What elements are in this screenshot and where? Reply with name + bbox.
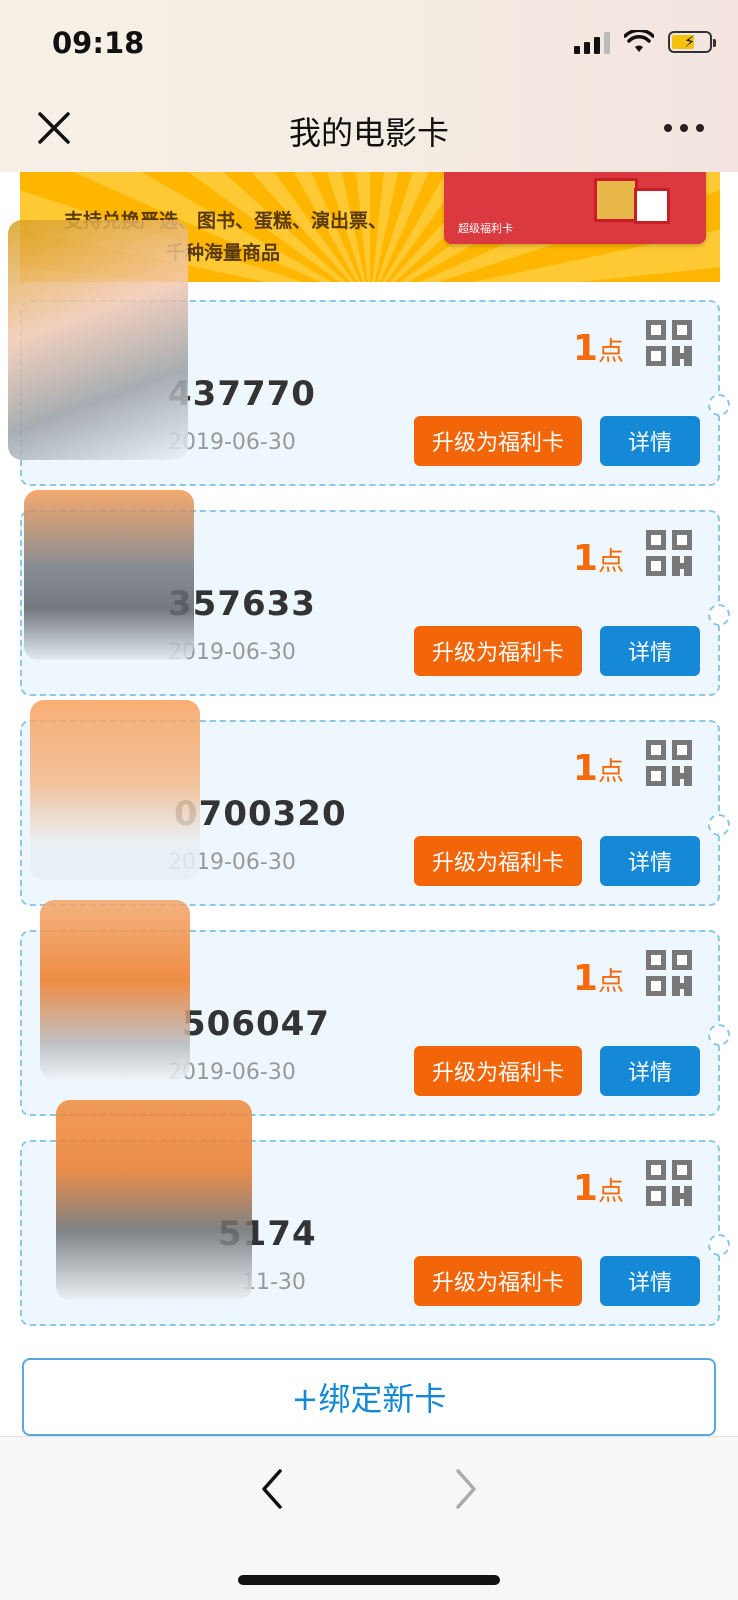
- gift-icon: [594, 178, 638, 222]
- privacy-mask: [40, 900, 190, 1080]
- card-points: 1点: [573, 748, 624, 789]
- points-unit: 点: [597, 967, 624, 997]
- more-icon[interactable]: [664, 124, 704, 132]
- points-value: 1: [572, 748, 598, 789]
- detail-button[interactable]: 详情: [600, 836, 700, 886]
- card-notch: [708, 1234, 730, 1256]
- upgrade-button[interactable]: 升级为福利卡: [414, 626, 582, 676]
- detail-button[interactable]: 详情: [600, 416, 700, 466]
- bind-new-card-button[interactable]: +绑定新卡: [22, 1358, 716, 1436]
- upgrade-button[interactable]: 升级为福利卡: [414, 836, 582, 886]
- points-unit: 点: [597, 547, 624, 577]
- detail-button[interactable]: 详情: [600, 626, 700, 676]
- points-value: 1: [572, 328, 598, 369]
- wifi-icon: [624, 30, 654, 52]
- card-number: 437770: [168, 374, 316, 414]
- points-value: 1: [572, 1168, 598, 1209]
- upgrade-button[interactable]: 升级为福利卡: [414, 1046, 582, 1096]
- card-notch: [708, 814, 730, 836]
- detail-button[interactable]: 详情: [600, 1256, 700, 1306]
- card-points: 1点: [573, 1168, 624, 1209]
- signal-icon: [574, 30, 610, 54]
- bottom-toolbar: [0, 1436, 738, 1600]
- privacy-mask: [30, 700, 200, 880]
- privacy-mask: [24, 490, 194, 660]
- page-title: 我的电影卡: [288, 114, 449, 152]
- privacy-mask: [8, 220, 188, 460]
- points-value: 1: [572, 538, 598, 579]
- detail-button[interactable]: 详情: [600, 1046, 700, 1096]
- points-unit: 点: [597, 337, 624, 367]
- upgrade-button[interactable]: 升级为福利卡: [414, 1256, 582, 1306]
- card-points: 1点: [573, 538, 624, 579]
- qr-code-icon[interactable]: [646, 950, 692, 996]
- points-value: 1: [572, 958, 598, 999]
- app-root: 09:18 ⚡ 我的电影卡 支持兑换严选、图书、蛋糕、演出票、 千种海量商品 超…: [0, 0, 738, 1600]
- card-points: 1点: [573, 958, 624, 999]
- gift-icon: [634, 188, 670, 224]
- status-icons: ⚡: [574, 30, 716, 54]
- qr-code-icon[interactable]: [646, 320, 692, 366]
- points-unit: 点: [597, 1177, 624, 1207]
- qr-code-icon[interactable]: [646, 740, 692, 786]
- points-unit: 点: [597, 757, 624, 787]
- privacy-mask: [56, 1100, 252, 1300]
- status-time: 09:18: [52, 26, 145, 60]
- card-notch: [708, 394, 730, 416]
- battery-icon: ⚡: [668, 31, 716, 53]
- card-points: 1点: [573, 328, 624, 369]
- chevron-right-icon[interactable]: [448, 1467, 484, 1511]
- qr-code-icon[interactable]: [646, 1160, 692, 1206]
- card-notch: [708, 1024, 730, 1046]
- upgrade-button[interactable]: 升级为福利卡: [414, 416, 582, 466]
- banner-card-image: 超级福利卡: [444, 172, 706, 244]
- qr-code-icon[interactable]: [646, 530, 692, 576]
- card-number: 506047: [182, 1004, 330, 1044]
- banner-card-label: 超级福利卡: [458, 222, 513, 235]
- card-notch: [708, 604, 730, 626]
- top-bar: 09:18 ⚡ 我的电影卡: [0, 0, 738, 172]
- chevron-left-icon[interactable]: [254, 1467, 290, 1511]
- home-indicator: [238, 1575, 500, 1585]
